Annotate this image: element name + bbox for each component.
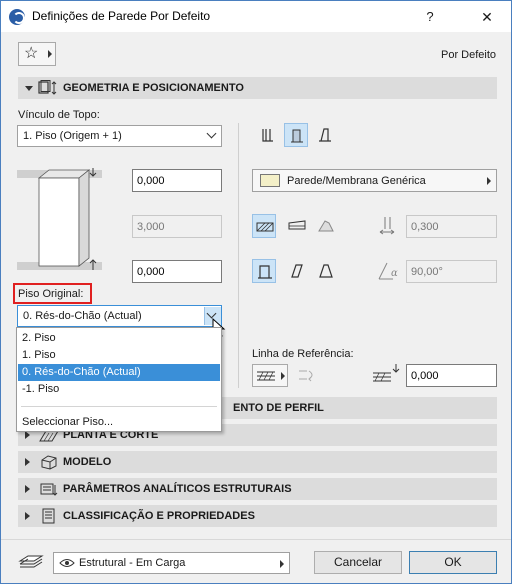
column-divider	[238, 123, 239, 388]
story-option-minus-1[interactable]: -1. Piso	[18, 381, 220, 398]
star-icon: ☆	[24, 45, 39, 62]
home-story-value: 0. Rés-do-Chão (Actual)	[23, 310, 142, 322]
window-title: Definições de Parede Por Defeito	[32, 9, 211, 23]
expand-arrow-icon	[25, 431, 30, 439]
thickness-input[interactable]	[406, 215, 497, 238]
flip-icon	[299, 370, 313, 382]
collapse-arrow-icon	[25, 86, 33, 91]
dropdown-separator	[21, 406, 217, 407]
flip-ref-line-button[interactable]	[293, 364, 321, 387]
expand-arrow-icon	[25, 512, 30, 520]
story-option-1[interactable]: 1. Piso	[18, 347, 220, 364]
model-cube-icon	[41, 455, 57, 470]
ref-offset-icon	[373, 364, 400, 382]
cancel-button[interactable]: Cancelar	[314, 551, 402, 574]
top-link-label: Vínculo de Topo:	[18, 109, 100, 121]
top-link-value: 1. Piso (Origem + 1)	[23, 130, 122, 142]
chevron-down-icon	[206, 128, 217, 139]
section-model[interactable]: MODELO	[18, 451, 497, 473]
material-swatch	[260, 174, 280, 187]
structure-profile-button[interactable]	[314, 214, 338, 238]
ref-line-label: Linha de Referência:	[252, 348, 354, 360]
wall-inclined-button[interactable]	[285, 259, 309, 283]
slant-angle-input[interactable]	[406, 260, 497, 283]
ref-line-location-button[interactable]	[252, 364, 288, 387]
ok-button[interactable]: OK	[409, 551, 497, 574]
home-story-label: Piso Original:	[18, 288, 84, 300]
default-label: Por Defeito	[441, 49, 497, 61]
svg-text:α: α	[391, 268, 398, 279]
favorites-button[interactable]: ☆	[18, 42, 56, 66]
structure-basic-button[interactable]	[252, 214, 276, 238]
select-story-option[interactable]: Seleccionar Piso...	[18, 414, 220, 431]
wall-slanted-button[interactable]	[313, 123, 337, 147]
classification-icon	[42, 508, 55, 524]
home-story-select[interactable]: 0. Rés-do-Chão (Actual)	[17, 305, 222, 327]
thickness-icon	[379, 217, 395, 235]
ref-offset-input[interactable]	[406, 364, 497, 387]
section-classification-title: CLASSIFICAÇÃO E PROPRIEDADES	[63, 510, 255, 522]
section-structural[interactable]: PARÂMETROS ANALÍTICOS ESTRUTURAIS	[18, 478, 497, 500]
section-model-title: MODELO	[63, 456, 112, 468]
section-geometry[interactable]: GEOMETRIA E POSICIONAMENTO	[18, 77, 497, 99]
wall-straight-button[interactable]	[256, 123, 280, 147]
wall-trapezoid-button[interactable]	[314, 259, 338, 283]
dialog-window: Definições de Parede Por Defeito ? ✕ ☆ P…	[0, 0, 512, 584]
footer-divider	[1, 539, 511, 540]
top-link-select[interactable]: 1. Piso (Origem + 1)	[17, 125, 222, 147]
section-structural-title: PARÂMETROS ANALÍTICOS ESTRUTURAIS	[63, 483, 292, 495]
close-button[interactable]: ✕	[474, 6, 500, 28]
surface-material-select[interactable]: Parede/Membrana Genérica	[252, 169, 497, 192]
section-geometry-title: GEOMETRIA E POSICIONAMENTO	[63, 82, 244, 94]
top-offset-input[interactable]	[132, 169, 222, 192]
wall-geometry-icon	[38, 80, 57, 95]
layer-name: Estrutural - Em Carga	[79, 557, 186, 569]
wall-straight-hatched-button[interactable]	[284, 123, 308, 147]
arrow-right-icon	[487, 177, 491, 185]
wall-height-input[interactable]	[132, 215, 222, 238]
arrow-right-icon	[48, 50, 52, 58]
structural-analysis-icon	[40, 483, 58, 496]
archicad-app-icon	[9, 9, 25, 25]
expand-arrow-icon	[25, 458, 30, 466]
story-option-0-selected[interactable]: 0. Rés-do-Chão (Actual)	[18, 364, 220, 381]
home-story-dropdown-list: 2. Piso 1. Piso 0. Rés-do-Chão (Actual) …	[16, 327, 222, 432]
structure-composite-button[interactable]	[285, 214, 309, 238]
eye-icon	[59, 559, 75, 567]
section-classification[interactable]: CLASSIFICAÇÃO E PROPRIEDADES	[18, 505, 497, 527]
arrow-right-icon	[281, 372, 285, 380]
arrow-right-icon	[280, 560, 284, 568]
wall-vertical-button[interactable]	[252, 259, 276, 283]
expand-arrow-icon	[25, 485, 30, 493]
material-name: Parede/Membrana Genérica	[287, 175, 426, 187]
story-option-2[interactable]: 2. Piso	[18, 330, 220, 347]
bottom-offset-input[interactable]	[132, 260, 222, 283]
slant-angle-icon: α	[378, 262, 398, 280]
title-bar: Definições de Parede Por Defeito ? ✕	[1, 1, 511, 32]
ref-line-icon	[257, 371, 275, 381]
help-button[interactable]: ?	[419, 6, 441, 28]
layer-icon	[18, 555, 44, 568]
section-profile-title: ENTO DE PERFIL	[233, 402, 324, 414]
wall-preview-graphic	[17, 168, 102, 270]
layer-select[interactable]: Estrutural - Em Carga	[53, 552, 290, 574]
